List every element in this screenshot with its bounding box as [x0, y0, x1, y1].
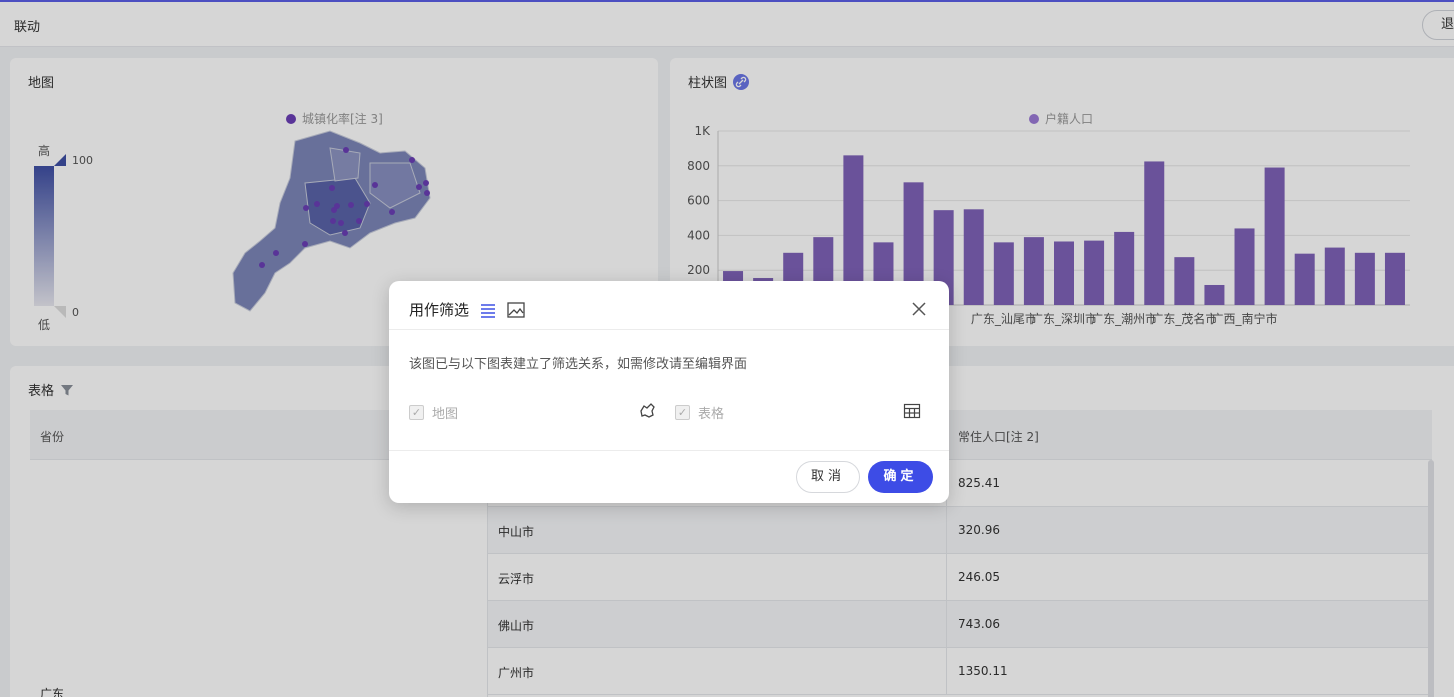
option-table[interactable]: ✓ 表格	[675, 403, 724, 422]
filter-dialog: 用作筛选 该图已与以下图表建立了筛选关系，如需修改请至编辑界面 ✓ 地图 ✓ 表…	[389, 281, 949, 503]
close-icon[interactable]	[911, 301, 927, 317]
option-table-checkbox[interactable]: ✓	[675, 405, 690, 420]
confirm-button[interactable]: 确定	[868, 461, 933, 493]
dialog-title-text: 用作筛选	[409, 301, 470, 319]
list-icon[interactable]	[479, 302, 497, 318]
option-map[interactable]: ✓ 地图	[409, 403, 458, 422]
option-map-checkbox[interactable]: ✓	[409, 405, 424, 420]
image-icon[interactable]	[507, 301, 525, 318]
option-map-label: 地图	[432, 407, 459, 422]
table-icon	[903, 403, 921, 419]
map-icon	[640, 403, 655, 418]
dialog-description: 该图已与以下图表建立了筛选关系，如需修改请至编辑界面	[409, 357, 748, 372]
dialog-title: 用作筛选	[409, 299, 525, 320]
option-table-label: 表格	[698, 407, 725, 422]
dialog-divider-bottom	[389, 450, 949, 451]
cancel-button[interactable]: 取消	[796, 461, 860, 493]
dialog-divider-top	[389, 329, 949, 330]
